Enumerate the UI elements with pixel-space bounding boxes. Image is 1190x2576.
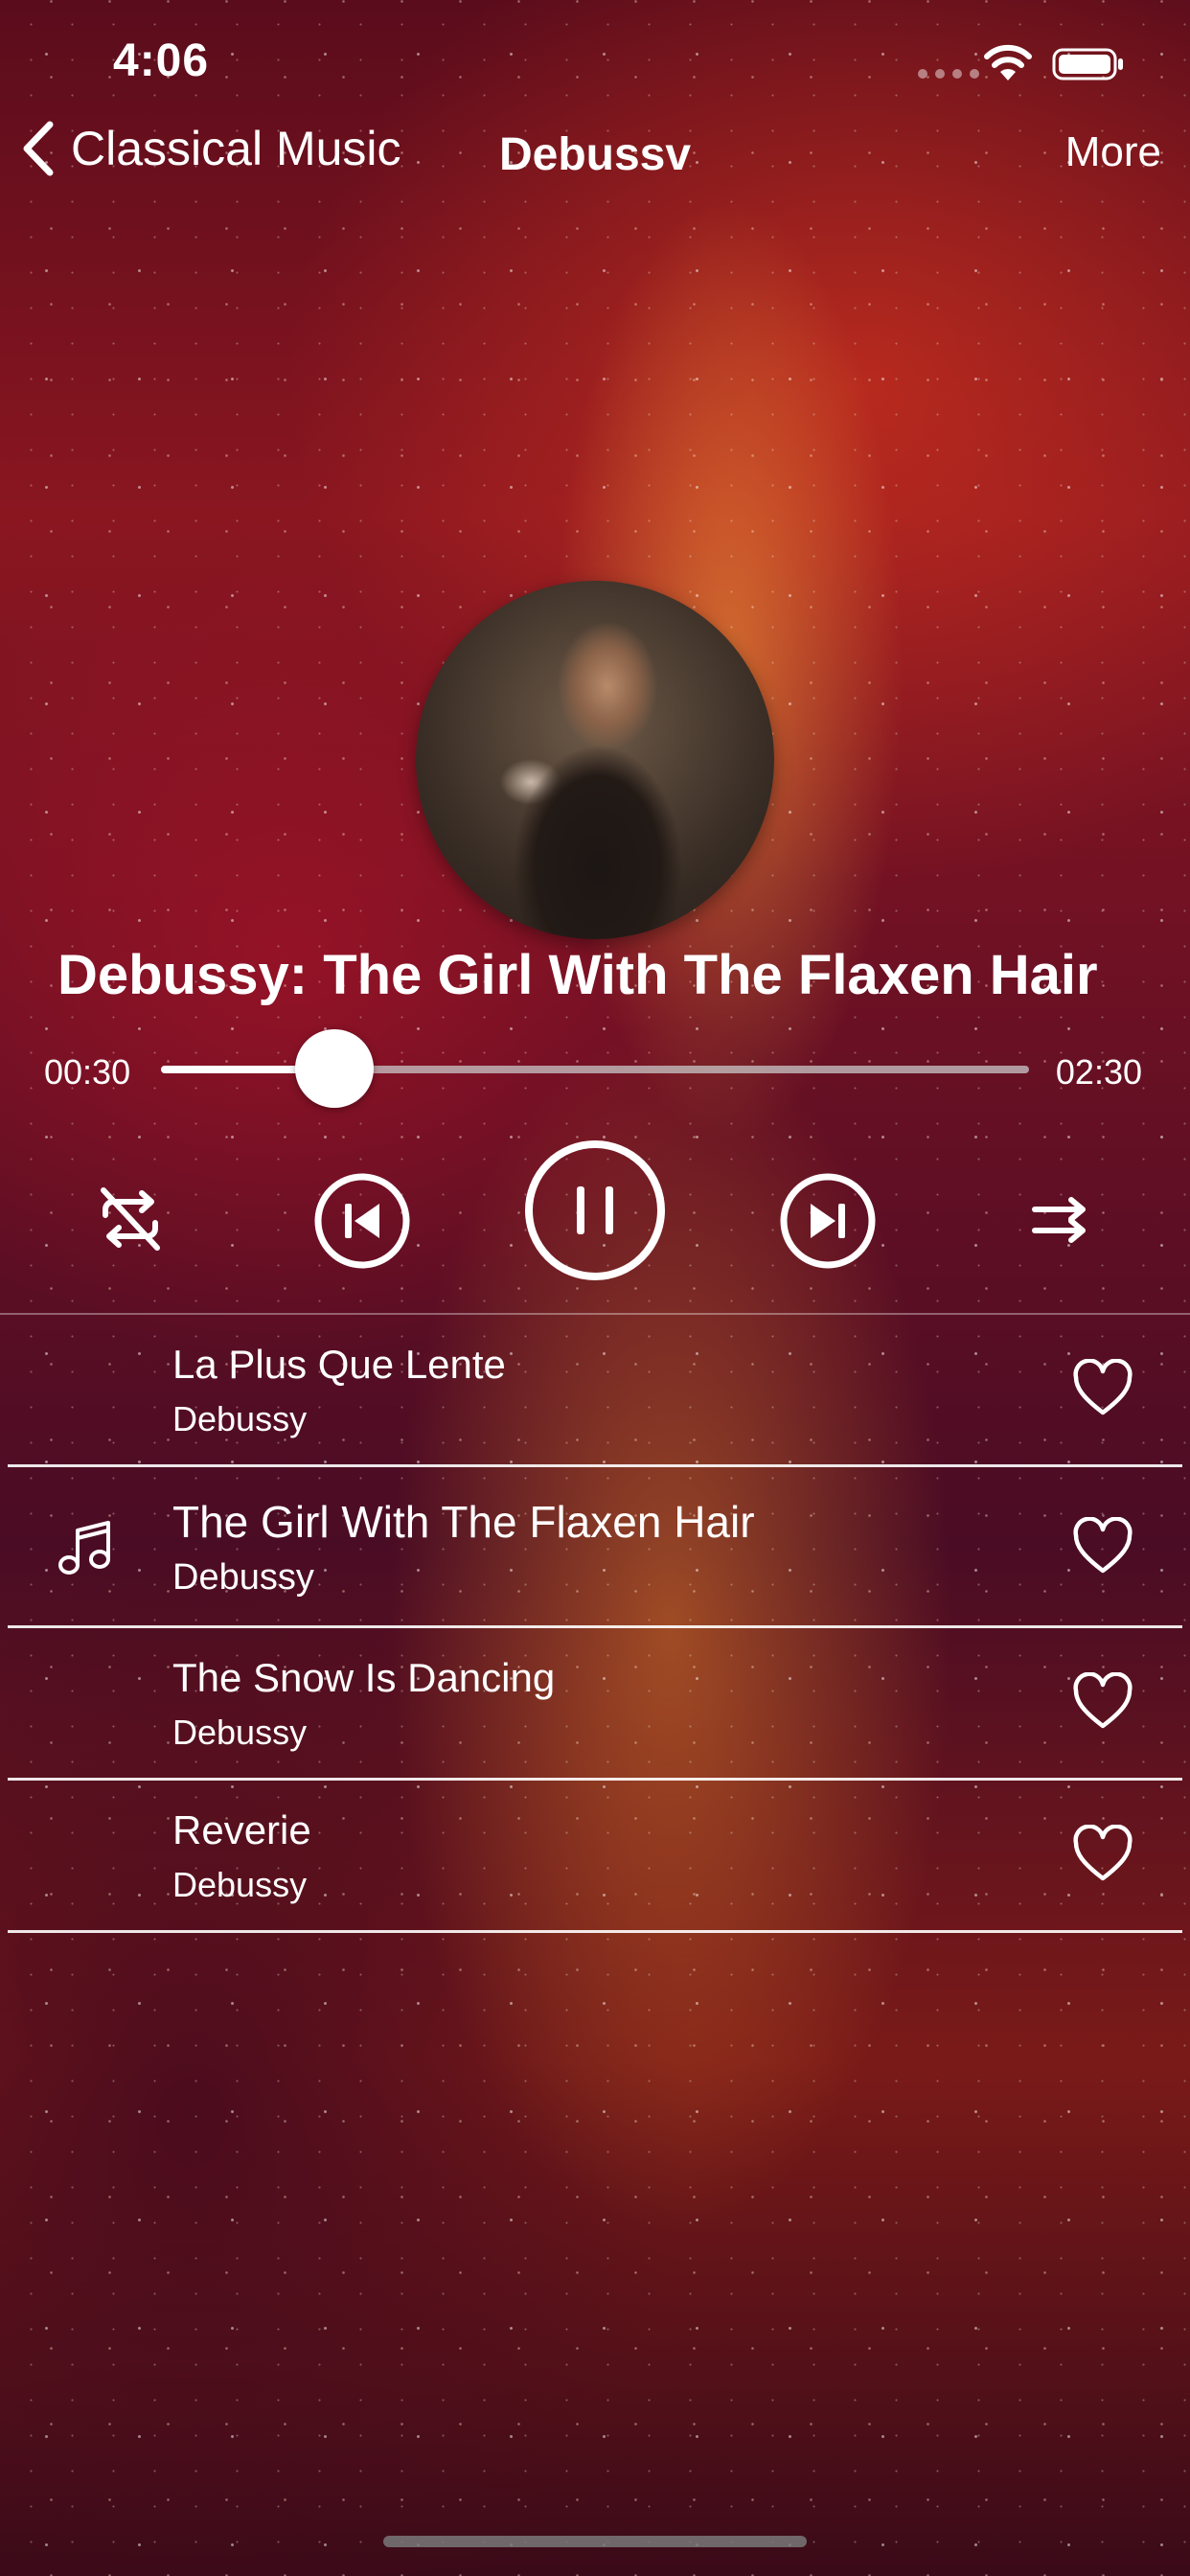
- elapsed-time: 00:30: [44, 1052, 131, 1092]
- background-stars: [0, 0, 1190, 2576]
- track-artist: Debussy: [172, 1557, 314, 1598]
- heart-icon[interactable]: [1071, 1359, 1134, 1418]
- now-playing-title: Debussy: The Girl With The Flaxen Hair: [57, 944, 1098, 1006]
- shuffle-button[interactable]: [1021, 1181, 1098, 1257]
- playlist-row[interactable]: La Plus Que Lente Debussy: [8, 1315, 1182, 1467]
- heart-icon[interactable]: [1071, 1672, 1134, 1732]
- playlist-row[interactable]: Reverie Debussy: [8, 1781, 1182, 1933]
- more-button[interactable]: More: [1065, 128, 1161, 176]
- track-artist: Debussy: [172, 1865, 308, 1904]
- wifi-icon: [984, 44, 1032, 80]
- track-title: Reverie: [172, 1807, 311, 1852]
- pause-icon: [525, 1140, 665, 1280]
- home-indicator[interactable]: [383, 2536, 807, 2547]
- playlist-row-playing[interactable]: The Girl With The Flaxen Hair Debussy: [8, 1467, 1182, 1628]
- battery-icon: [1052, 48, 1123, 80]
- track-title: The Girl With The Flaxen Hair: [172, 1497, 755, 1547]
- track-title: La Plus Que Lente: [172, 1342, 506, 1387]
- album-artwork: [416, 581, 774, 939]
- play-pause-button[interactable]: [523, 1138, 667, 1282]
- track-artist: Debussy: [172, 1399, 308, 1438]
- previous-track-button[interactable]: [312, 1171, 412, 1271]
- shuffle-icon: [1032, 1197, 1086, 1243]
- repeat-off-icon: [101, 1187, 160, 1251]
- total-time: 02:30: [1055, 1052, 1142, 1092]
- heart-icon[interactable]: [1071, 1517, 1134, 1576]
- track-artist: Debussy: [172, 1713, 308, 1752]
- cellular-signal-icon: [918, 69, 979, 79]
- progress-slider[interactable]: [161, 1066, 1029, 1073]
- heart-icon[interactable]: [1071, 1825, 1134, 1884]
- next-track-button[interactable]: [778, 1171, 878, 1271]
- skip-previous-icon: [314, 1173, 410, 1269]
- music-note-icon: [58, 1521, 110, 1575]
- repeat-button[interactable]: [92, 1181, 169, 1257]
- page-title: Debussv: [498, 129, 692, 180]
- track-title: The Snow Is Dancing: [172, 1655, 556, 1700]
- status-time: 4:06: [113, 35, 210, 86]
- skip-next-icon: [780, 1173, 876, 1269]
- playlist-row[interactable]: The Snow Is Dancing Debussy: [8, 1628, 1182, 1781]
- progress-thumb[interactable]: [295, 1029, 375, 1108]
